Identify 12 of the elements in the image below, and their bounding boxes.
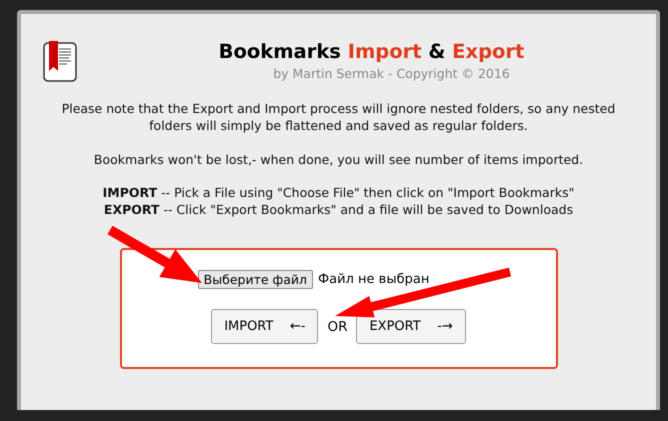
note-text: Bookmarks won't be lost,- when done, you will see number of items imported. bbox=[92, 151, 584, 168]
choose-file-button[interactable]: Выберите файл bbox=[198, 270, 313, 289]
note-text: Please note that the Export and Import process will ignore nested folders, so any nested folders will simply be flattened and saved as regular folders. bbox=[60, 100, 616, 134]
file-status-text: Файл не выбран bbox=[318, 272, 430, 287]
instruction-text: IMPORT -- Pick a File using "Choose File" then click on "Import Bookmarks" bbox=[102, 184, 574, 201]
import-button[interactable]: IMPORT ←- bbox=[211, 309, 318, 344]
app-title: Bookmarks Import & Export bbox=[218, 40, 524, 63]
copyright-text: by Martin Sermak - Copyright © 2016 bbox=[272, 66, 510, 81]
or-text: OR bbox=[327, 318, 348, 334]
export-button[interactable]: EXPORT -→ bbox=[356, 309, 466, 344]
bookmark-book-icon bbox=[43, 40, 77, 82]
instruction-text: EXPORT -- Click "Export Bookmarks" and a file will be saved to Downloads bbox=[102, 201, 574, 218]
